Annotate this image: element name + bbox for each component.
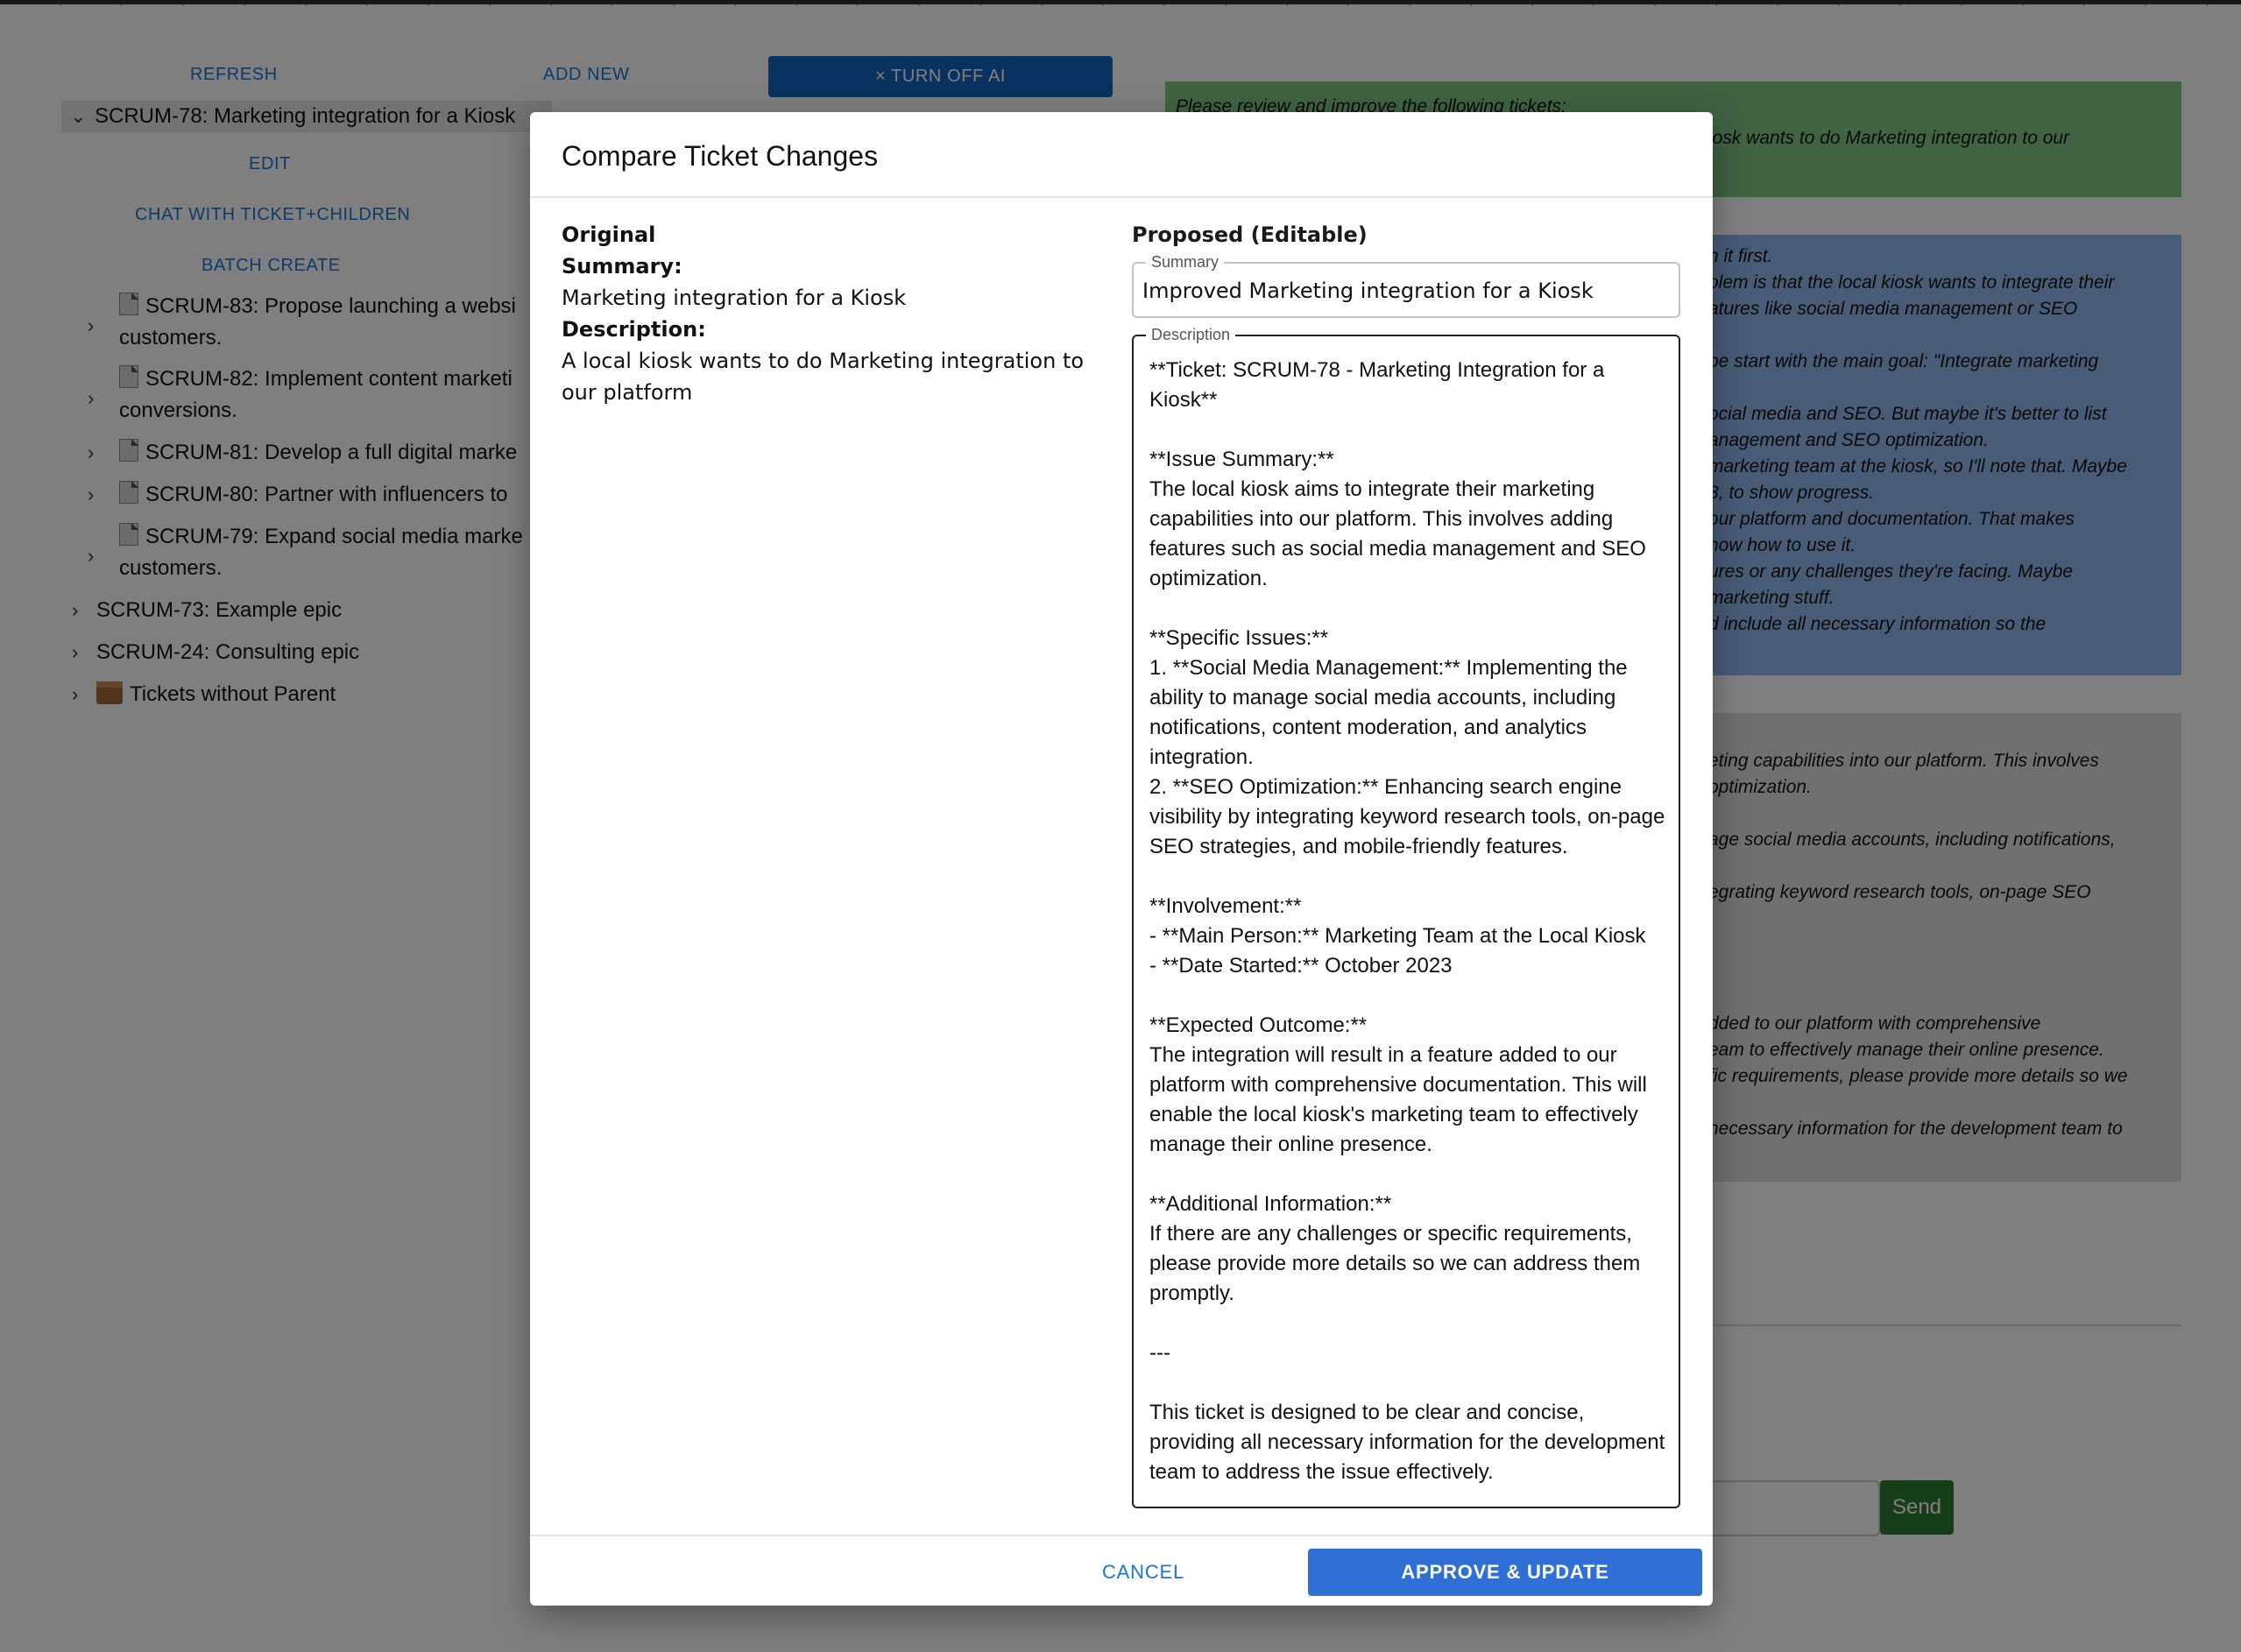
original-summary-label: Summary: <box>562 254 682 279</box>
description-field-label: Description <box>1146 326 1236 343</box>
original-heading: Original <box>562 222 656 247</box>
dialog-title: Compare Ticket Changes <box>562 140 879 172</box>
original-summary-value: Marketing integration for a Kiosk <box>562 286 907 310</box>
original-description-value: A local kiosk wants to do Marketing inte… <box>562 349 1085 405</box>
summary-field-label: Summary <box>1146 253 1225 271</box>
approve-update-button[interactable]: APPROVE & UPDATE <box>1308 1549 1702 1596</box>
original-description-label: Description: <box>562 317 706 342</box>
summary-input[interactable] <box>1142 274 1672 307</box>
compare-ticket-dialog: Compare Ticket Changes Original Summary:… <box>530 112 1713 1606</box>
proposed-heading: Proposed (Editable) <box>1132 222 1368 247</box>
cancel-button[interactable]: CANCEL <box>1056 1549 1231 1596</box>
divider <box>530 1535 1713 1536</box>
original-section: Original Summary: Marketing integration … <box>562 219 1105 408</box>
divider <box>530 196 1713 198</box>
summary-field: Summary <box>1132 253 1680 318</box>
description-textarea[interactable]: **Ticket: SCRUM-78 - Marketing Integrati… <box>1149 356 1672 1500</box>
description-field: Description **Ticket: SCRUM-78 - Marketi… <box>1132 326 1680 1508</box>
